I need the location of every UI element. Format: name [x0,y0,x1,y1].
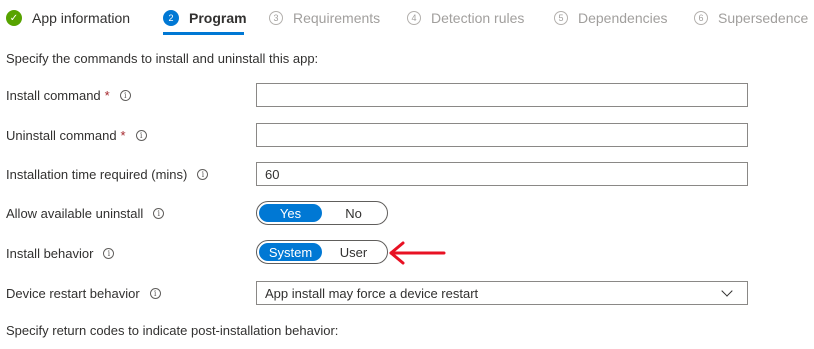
step-dependencies[interactable]: 5 Dependencies [554,0,668,36]
label-text: Allow available uninstall [6,206,144,221]
step-requirements[interactable]: 3 Requirements [269,0,380,36]
step-number-badge: 4 [407,11,421,25]
toggle-option-user[interactable]: User [322,243,385,261]
step-label: Detection rules [431,10,525,26]
restart-behavior-label: Device restart behavior i [6,286,161,301]
restart-behavior-dropdown[interactable]: App install may force a device restart [256,281,748,305]
install-time-input[interactable] [256,162,748,186]
step-detection-rules[interactable]: 4 Detection rules [407,0,524,36]
label-text: Install command [6,88,101,103]
step-program[interactable]: 2 Program [163,0,247,36]
step-number-badge: 3 [269,11,283,25]
install-command-input[interactable] [256,83,748,107]
toggle-option-system[interactable]: System [259,243,322,261]
uninstall-command-input[interactable] [256,123,748,147]
step-number-badge: 2 [163,10,179,26]
step-supersedence[interactable]: 6 Supersedence [694,0,808,36]
label-text: Install behavior [6,246,94,261]
label-text: Installation time required (mins) [6,167,188,182]
allow-uninstall-toggle[interactable]: Yes No [256,201,388,225]
install-time-label: Installation time required (mins) i [6,167,209,182]
return-codes-text: Specify return codes to indicate post-in… [6,323,339,338]
step-label: Requirements [293,10,381,26]
toggle-option-no[interactable]: No [322,204,385,222]
dropdown-value: App install may force a device restart [265,285,479,301]
info-icon[interactable]: i [135,130,147,141]
step-number-badge: 5 [554,11,568,25]
chevron-down-icon [721,285,733,297]
label-text: Device restart behavior [6,286,140,301]
required-marker: * [120,128,126,143]
step-app-information[interactable]: ✓ App information [6,0,130,36]
info-icon[interactable]: i [103,248,115,259]
label-text: Uninstall command [6,128,117,143]
step-number-badge: 6 [694,11,708,25]
step-label: Dependencies [578,10,668,26]
info-icon[interactable]: i [119,90,131,101]
wizard-steps: ✓ App information 2 Program 3 Requiremen… [0,0,814,36]
step-label: Program [189,10,247,26]
uninstall-command-label: Uninstall command * i [6,128,147,143]
step-label: Supersedence [718,10,809,26]
allow-uninstall-label: Allow available uninstall i [6,206,165,221]
annotation-arrow-icon [389,241,446,265]
toggle-option-yes[interactable]: Yes [259,204,322,222]
install-behavior-toggle[interactable]: System User [256,240,388,264]
step-label: App information [32,10,131,26]
required-marker: * [104,88,110,103]
install-behavior-label: Install behavior i [6,246,115,261]
active-step-underline [163,32,244,35]
check-icon: ✓ [6,10,22,26]
info-icon[interactable]: i [197,169,209,180]
intro-text: Specify the commands to install and unin… [6,51,319,66]
info-icon[interactable]: i [153,208,165,219]
info-icon[interactable]: i [149,288,161,299]
install-command-label: Install command * i [6,88,131,103]
